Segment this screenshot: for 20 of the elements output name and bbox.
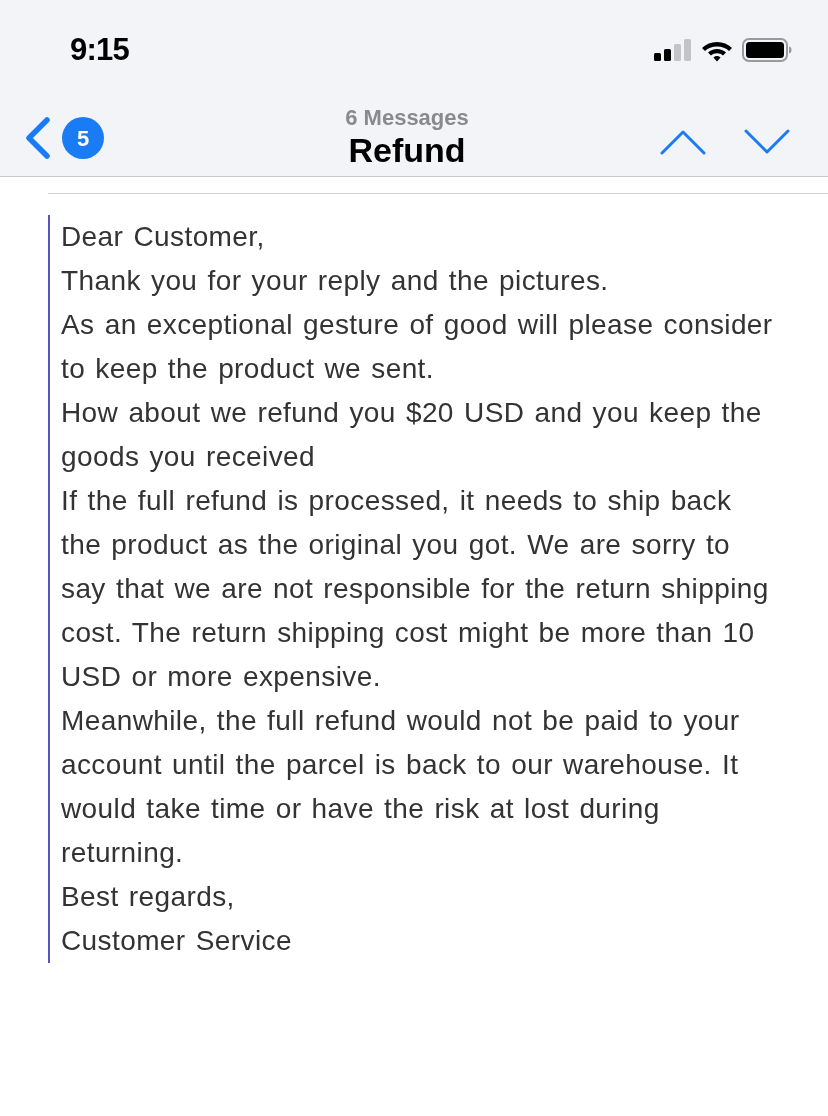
next-message-button[interactable] xyxy=(744,129,790,155)
chevron-down-icon xyxy=(744,129,790,155)
previous-message-button[interactable] xyxy=(660,129,706,155)
message-paragraph: Thank you for your reply and the pictures. xyxy=(61,264,610,298)
message-paragraph: Dear Customer, xyxy=(61,220,266,254)
message-paragraph: As an exceptional gesture of good will please consider to keep the product we sent. xyxy=(61,308,774,386)
message-paragraph: How about we refund you $20 USD and you keep the goods you received xyxy=(61,396,763,474)
message-paragraph: Meanwhile, the full refund would not be paid to your account until the parcel is back to our warehouse. It would take time or have the risk at lost during returning. xyxy=(61,704,741,870)
message-paragraph: If the full refund is processed, it needs to ship back the product as the original you got. We are sorry to say that we are not responsible for the return shipping cost. The return shipping cost might be more than 10 USD or more expensive. xyxy=(61,484,770,694)
status-time: 9:15 xyxy=(70,30,129,69)
chevron-up-icon xyxy=(660,129,706,155)
back-button[interactable]: 5 xyxy=(24,117,104,159)
unread-count-badge: 5 xyxy=(62,117,104,159)
message-paragraph: Customer Service xyxy=(61,924,293,958)
thread-title: Refund xyxy=(348,130,466,170)
battery-icon xyxy=(742,38,792,62)
signal-icon xyxy=(654,39,692,61)
back-chevron-icon xyxy=(24,117,52,159)
message-paragraph: Best regards, xyxy=(61,880,236,914)
message-count-subtitle: 6 Messages xyxy=(345,106,469,130)
